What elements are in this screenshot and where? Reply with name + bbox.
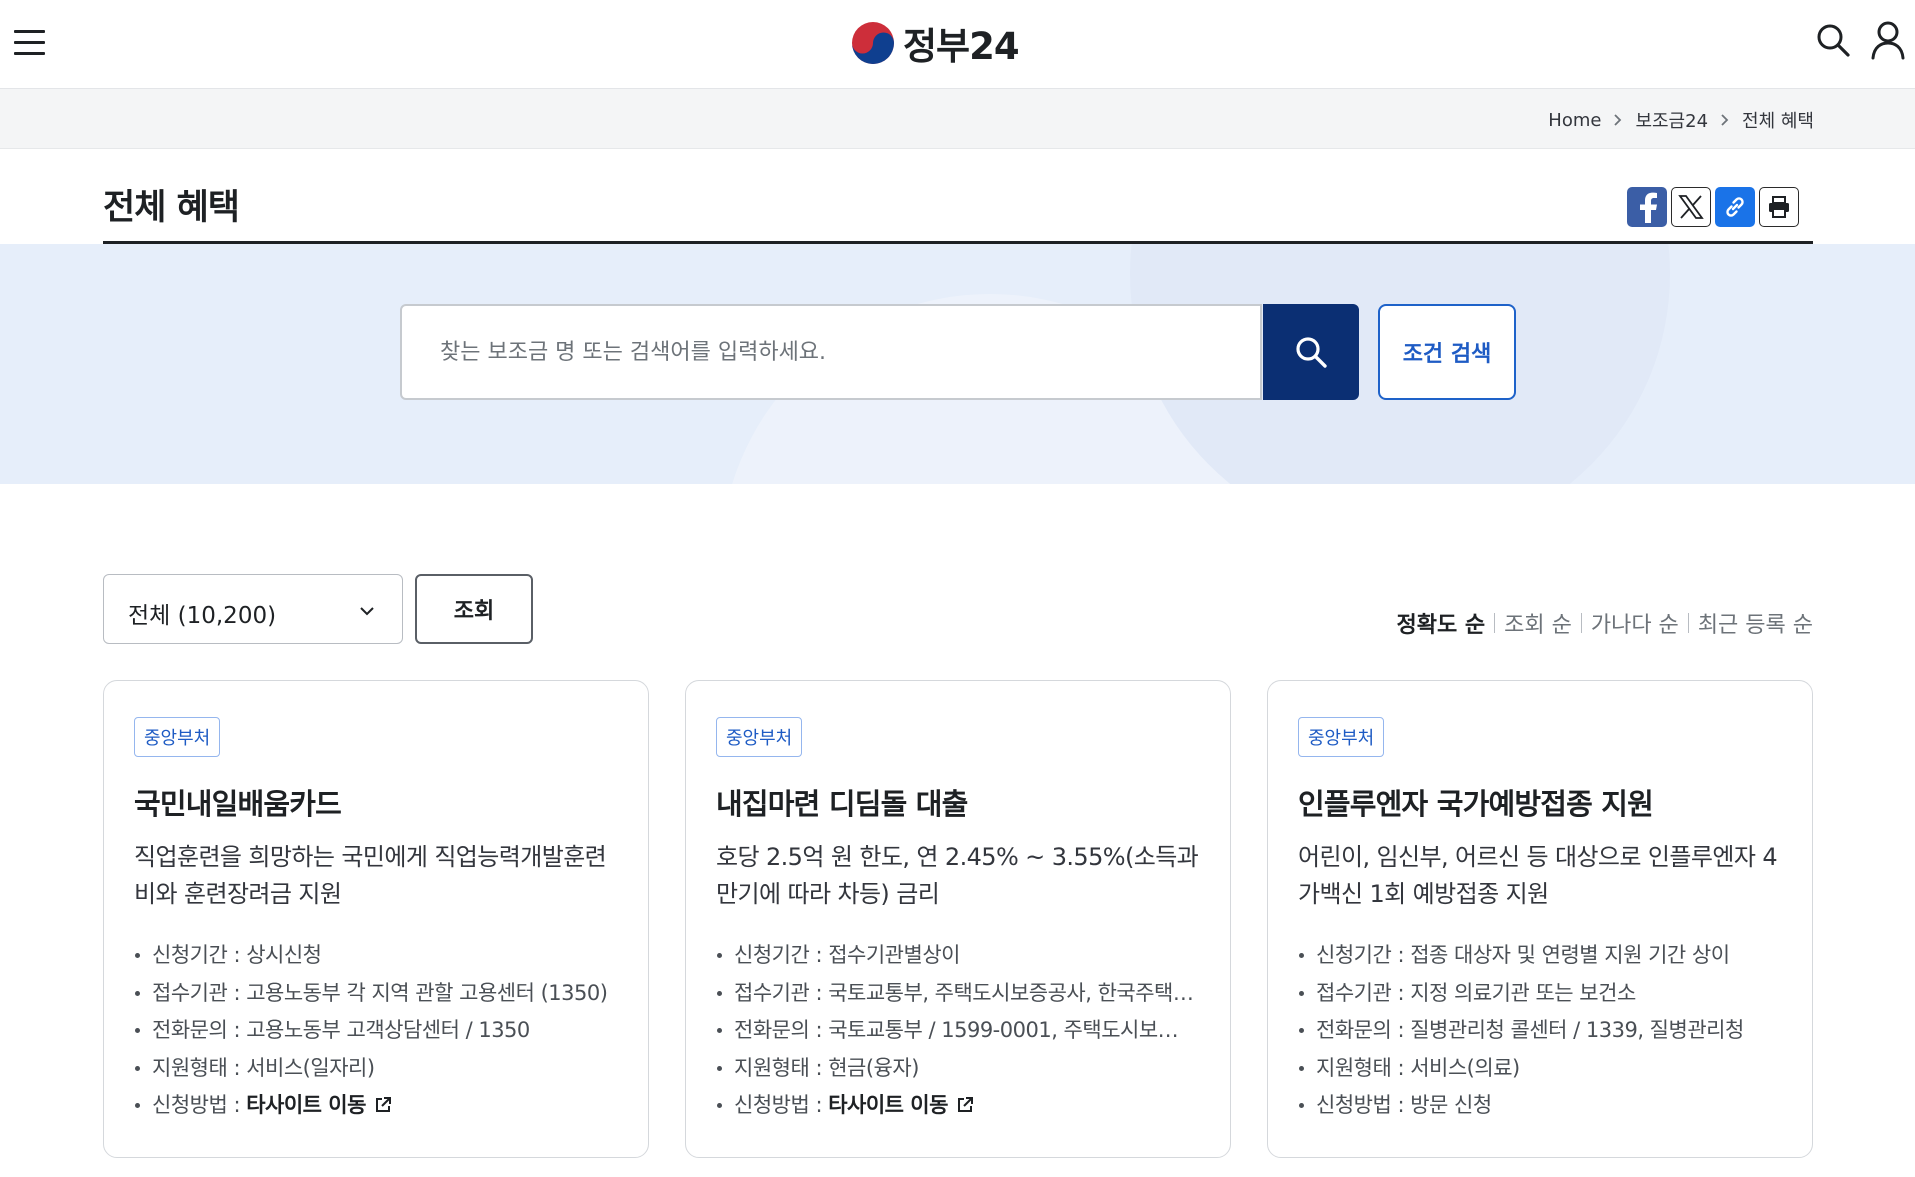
copy-link-button[interactable] <box>1715 187 1755 227</box>
detail-item: 신청방법 : 방문 신청 <box>1298 1089 1778 1127</box>
category-badge: 중앙부처 <box>134 717 221 757</box>
user-icon[interactable] <box>1870 20 1906 60</box>
breadcrumb: Home 보조금24 전체 혜택 <box>1548 107 1814 133</box>
taegeuk-logo-icon <box>852 22 894 64</box>
query-button[interactable]: 조회 <box>415 574 533 644</box>
share-toolbar <box>1627 187 1799 227</box>
link-icon <box>1726 197 1744 217</box>
category-select-value: 전체 (10,200) <box>128 603 277 629</box>
benefit-card[interactable]: 중앙부처 인플루엔자 국가예방접종 지원 어린이, 임신부, 어르신 등 대상으… <box>1267 680 1813 1158</box>
chevron-right-icon <box>1614 114 1622 126</box>
card-description: 어린이, 임신부, 어르신 등 대상으로 인플루엔자 4가백신 1회 예방접종 … <box>1298 843 1778 908</box>
print-button[interactable] <box>1759 187 1799 227</box>
chevron-right-icon <box>1721 114 1729 126</box>
card-details: 신청기간 : 접수기관별상이 접수기관 : 국토교통부, 주택도시보증공사, 한… <box>716 939 1196 1127</box>
detail-item: 전화문의 : 질병관리청 콜센터 / 1339, 질병관리청 <box>1298 1014 1778 1052</box>
detail-item: 신청기간 : 접종 대상자 및 연령별 지원 기간 상이 <box>1298 939 1778 977</box>
sort-alphabetical[interactable]: 가나다 순 <box>1591 607 1679 639</box>
condition-search-button[interactable]: 조건 검색 <box>1378 304 1516 400</box>
external-site-link[interactable]: 타사이트 이동 <box>246 1093 366 1117</box>
external-link-icon[interactable] <box>374 1096 392 1114</box>
benefit-card[interactable]: 중앙부처 내집마련 디딤돌 대출 호당 2.5억 원 한도, 연 2.45% ~… <box>685 680 1231 1158</box>
card-details: 신청기간 : 접종 대상자 및 연령별 지원 기간 상이 접수기관 : 지정 의… <box>1298 939 1778 1127</box>
detail-item: 신청방법 : 타사이트 이동 <box>134 1089 614 1127</box>
detail-item: 지원형태 : 서비스(일자리) <box>134 1052 614 1090</box>
card-description: 호당 2.5억 원 한도, 연 2.45% ~ 3.55%(소득과 만기에 따라… <box>716 843 1199 908</box>
detail-item: 접수기관 : 지정 의료기관 또는 보건소 <box>1298 977 1778 1015</box>
search-submit-button[interactable] <box>1263 304 1359 400</box>
detail-item: 신청방법 : 타사이트 이동 <box>716 1089 1196 1127</box>
card-title[interactable]: 인플루엔자 국가예방접종 지원 <box>1298 781 1654 823</box>
detail-item: 신청기간 : 상시신청 <box>134 939 614 977</box>
sort-divider <box>1580 613 1582 633</box>
benefit-card[interactable]: 중앙부처 국민내일배움카드 직업훈련을 희망하는 국민에게 직업능력개발훈련비와… <box>103 680 649 1158</box>
detail-item: 접수기관 : 고용노동부 각 지역 관할 고용센터 (1350) <box>134 977 614 1015</box>
category-badge: 중앙부처 <box>1298 717 1385 757</box>
x-share-button[interactable] <box>1671 187 1711 227</box>
facebook-icon <box>1640 192 1657 223</box>
external-link-icon[interactable] <box>956 1096 974 1114</box>
page-title-row: 전체 혜택 <box>103 149 1813 244</box>
external-site-link[interactable]: 타사이트 이동 <box>828 1093 948 1117</box>
card-description: 직업훈련을 희망하는 국민에게 직업능력개발훈련비와 훈련장려금 지원 <box>134 843 607 908</box>
search-icon[interactable] <box>1815 22 1851 58</box>
detail-item: 전화문의 : 국토교통부 / 1599-0001, 주택도시보증공사 <box>716 1014 1196 1052</box>
detail-item: 신청기간 : 접수기관별상이 <box>716 939 1196 977</box>
category-select[interactable]: 전체 (10,200) <box>103 574 403 644</box>
detail-item: 접수기관 : 국토교통부, 주택도시보증공사, 한국주택금융공사 <box>716 977 1196 1015</box>
breadcrumb-home[interactable]: Home <box>1548 110 1601 131</box>
site-header: 정부24 <box>0 0 1915 89</box>
sort-accuracy[interactable]: 정확도 순 <box>1397 607 1486 639</box>
sort-divider <box>1494 613 1496 633</box>
breadcrumb-current[interactable]: 전체 혜택 <box>1742 107 1814 133</box>
facebook-share-button[interactable] <box>1627 187 1667 227</box>
search-icon <box>1296 337 1327 368</box>
detail-item: 전화문의 : 고용노동부 고객상담센터 / 1350 <box>134 1014 614 1052</box>
site-logo[interactable]: 정부24 <box>849 18 1020 68</box>
sort-options: 정확도 순 조회 순 가나다 순 최근 등록 순 <box>1397 607 1813 639</box>
breadcrumb-subsidy24[interactable]: 보조금24 <box>1635 107 1708 133</box>
page-title: 전체 혜택 <box>103 188 240 228</box>
search-box <box>400 304 1262 400</box>
hamburger-menu-icon[interactable] <box>14 28 46 56</box>
sort-divider <box>1687 613 1689 633</box>
detail-item: 지원형태 : 서비스(의료) <box>1298 1052 1778 1090</box>
breadcrumb-bar: Home 보조금24 전체 혜택 <box>0 89 1915 149</box>
card-title[interactable]: 국민내일배움카드 <box>134 781 342 823</box>
card-details: 신청기간 : 상시신청 접수기관 : 고용노동부 각 지역 관할 고용센터 (1… <box>134 939 614 1127</box>
sort-views[interactable]: 조회 순 <box>1504 607 1572 639</box>
category-badge: 중앙부처 <box>716 717 803 757</box>
print-icon <box>1769 196 1789 218</box>
card-title[interactable]: 내집마련 디딤돌 대출 <box>716 781 968 823</box>
sort-recent[interactable]: 최근 등록 순 <box>1698 607 1813 639</box>
logo-text: 정부24 <box>903 25 1020 68</box>
detail-item: 지원형태 : 현금(융자) <box>716 1052 1196 1090</box>
search-band: 조건 검색 <box>0 244 1915 484</box>
x-twitter-icon <box>1678 195 1704 219</box>
chevron-down-icon <box>360 607 374 616</box>
subsidy-search-input[interactable] <box>402 306 1260 398</box>
